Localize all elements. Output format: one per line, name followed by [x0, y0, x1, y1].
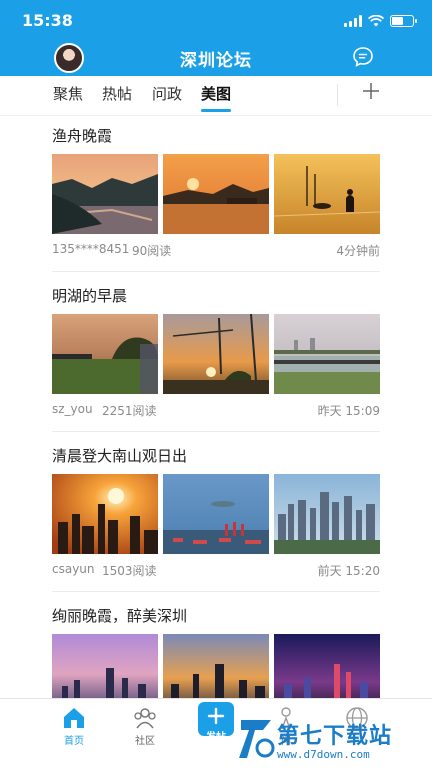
- city-skyline-photo: [274, 474, 380, 554]
- post-card[interactable]: 渔舟晚霞 135****8451 90阅读 4分钟前: [52, 125, 380, 265]
- post-card[interactable]: 清晨登大南山观日出 csayun 1503阅读 前天 15:20: [52, 445, 380, 585]
- post-title[interactable]: 绚丽晚霞，醉美深圳: [52, 605, 187, 626]
- community-icon: [134, 708, 156, 729]
- compose-icon: [207, 707, 225, 725]
- post-photo[interactable]: [274, 154, 380, 234]
- compose-label: 发帖: [206, 732, 226, 743]
- tab-hot[interactable]: 热帖: [102, 83, 132, 104]
- status-icons: [344, 13, 417, 29]
- post-card[interactable]: 绚丽晚霞，醉美深圳: [52, 605, 380, 698]
- lake-morning-photo: [52, 314, 158, 394]
- cellular-signal-icon: [344, 15, 362, 27]
- plus-icon[interactable]: [362, 82, 380, 100]
- chat-bubble-icon[interactable]: [352, 46, 374, 68]
- post-author[interactable]: sz_you: [52, 402, 93, 416]
- post-author[interactable]: 135****8451: [52, 242, 129, 256]
- tabbar-label: 社区: [135, 736, 155, 747]
- post-title[interactable]: 明湖的早晨: [52, 285, 127, 306]
- app-header: 15:38 深圳论坛: [0, 0, 432, 76]
- post-photo[interactable]: [274, 634, 380, 698]
- purple-sunset-skyline-photo: [52, 634, 158, 698]
- status-bar: 15:38: [0, 0, 432, 40]
- watermark-logo-icon: [239, 720, 275, 758]
- post-time: 昨天 15:09: [317, 404, 380, 418]
- post-read-count: 90阅读: [132, 244, 172, 258]
- post-title[interactable]: 清晨登大南山观日出: [52, 445, 187, 466]
- post-read-count: 2251阅读: [102, 404, 157, 418]
- divider: [52, 591, 380, 592]
- battery-icon: [390, 15, 417, 27]
- sunrise-crane-photo: [163, 314, 269, 394]
- site-watermark: 第七下载站 www.d7down.com: [237, 714, 427, 764]
- wifi-icon: [368, 15, 384, 27]
- watermark-text: 第七下载站: [277, 724, 393, 749]
- tabbar-label: 首页: [64, 736, 84, 747]
- harbor-port-photo: [163, 474, 269, 554]
- post-photo[interactable]: [274, 474, 380, 554]
- tab-focus[interactable]: 聚焦: [53, 83, 83, 104]
- tab-photos[interactable]: 美图: [201, 83, 232, 112]
- post-photo[interactable]: [163, 314, 269, 394]
- tabbar-item-home[interactable]: 首页: [44, 705, 104, 747]
- sunrise-skyline-photo: [52, 474, 158, 554]
- divider: [52, 271, 380, 272]
- post-photo[interactable]: [163, 634, 269, 698]
- post-title[interactable]: 渔舟晚霞: [52, 125, 112, 146]
- post-photo[interactable]: [52, 154, 158, 234]
- status-time: 15:38: [22, 11, 73, 30]
- post-author[interactable]: csayun: [52, 562, 95, 576]
- active-tab-indicator: [201, 109, 232, 112]
- sunset-river-photo: [52, 154, 158, 234]
- post-time: 前天 15:20: [317, 564, 380, 578]
- home-icon: [64, 708, 84, 728]
- post-photo[interactable]: [274, 314, 380, 394]
- post-photo[interactable]: [52, 314, 158, 394]
- tabbar-item-community[interactable]: 社区: [115, 705, 175, 747]
- watermark-url: www.d7down.com: [277, 748, 370, 761]
- post-photo[interactable]: [52, 474, 158, 554]
- fisherman-golden-water-photo: [274, 154, 380, 234]
- post-photo[interactable]: [163, 474, 269, 554]
- post-photo[interactable]: [52, 634, 158, 698]
- sunset-harbor-photo: [163, 154, 269, 234]
- tab-photos-label: 美图: [201, 85, 232, 103]
- night-skyline-photo: [274, 634, 380, 698]
- golden-sunset-skyline-photo: [163, 634, 269, 698]
- post-time: 4分钟前: [336, 244, 380, 258]
- post-card[interactable]: 明湖的早晨 sz_you 2251阅读 昨天 15:09: [52, 285, 380, 425]
- post-photo[interactable]: [163, 154, 269, 234]
- post-read-count: 1503阅读: [102, 564, 157, 578]
- tab-divider: [337, 84, 338, 106]
- divider: [52, 431, 380, 432]
- tab-politics[interactable]: 问政: [152, 83, 182, 104]
- lake-pier-photo: [274, 314, 380, 394]
